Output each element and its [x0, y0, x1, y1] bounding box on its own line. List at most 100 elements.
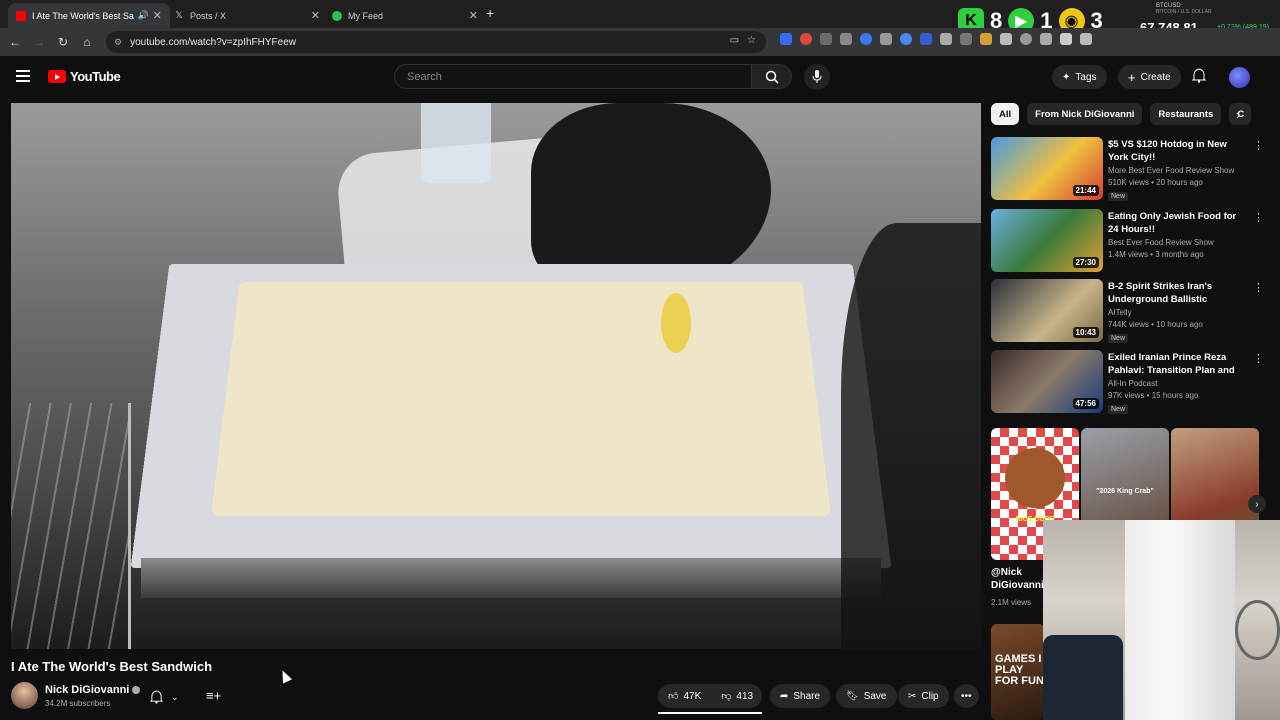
close-icon[interactable]: ✕ — [469, 9, 478, 22]
clip-button[interactable]: ✂ Clip — [898, 684, 949, 708]
extension-icon[interactable] — [780, 33, 792, 45]
recommendation-item[interactable]: 47:56 Exiled Iranian Prince Reza Pahlavi… — [991, 350, 1264, 414]
magic-wand-icon: ✦ — [1062, 71, 1071, 83]
search-input[interactable]: Search — [394, 64, 752, 89]
short-item[interactable]: GAMES I PLAY FOR FUN — [991, 624, 1045, 720]
extension-icon[interactable] — [840, 33, 852, 45]
duration-badge: 21:44 — [1072, 185, 1099, 196]
subscribed-button[interactable]: ⌄ — [150, 685, 179, 709]
create-button[interactable]: + Create — [1118, 65, 1181, 89]
webcam-chair — [1043, 635, 1123, 720]
video-title: I Ate The World's Best Sandwich — [11, 659, 213, 674]
extension-icon[interactable] — [1080, 33, 1092, 45]
video-player[interactable] — [11, 103, 981, 649]
recommendation-channel[interactable]: More Best Ever Food Review Show — [1108, 166, 1234, 175]
more-vertical-icon[interactable]: ⋮ — [1253, 352, 1264, 365]
back-icon[interactable]: ← — [3, 35, 27, 49]
extension-icon[interactable] — [1040, 33, 1052, 45]
menu-icon[interactable] — [16, 70, 30, 82]
video-thumbnail[interactable]: 10:43 — [991, 279, 1103, 342]
tab-label: I Ate The World's Best Sandwich — [32, 10, 134, 21]
more-vertical-icon[interactable]: ⋮ — [1253, 211, 1264, 224]
video-thumbnail[interactable]: 47:56 — [991, 350, 1103, 413]
extension-icon[interactable] — [920, 33, 932, 45]
tags-label: Tags — [1075, 71, 1097, 83]
puzzle-icon[interactable] — [1000, 33, 1012, 45]
chip-channel[interactable]: From Nick DiGiovanni — [1027, 103, 1143, 125]
recommendation-item[interactable]: 21:44 $5 VS $120 Hotdog in New York City… — [991, 137, 1264, 201]
history-icon[interactable] — [1020, 33, 1032, 45]
clip-button-wrap: ✂ Clip — [898, 684, 949, 708]
tags-button[interactable]: ✦ Tags — [1052, 65, 1107, 89]
notifications-button[interactable] — [1191, 68, 1207, 88]
video-frame-tray-rim — [141, 558, 881, 598]
extension-icon[interactable] — [860, 33, 872, 45]
tab-feed[interactable]: My Feed ✕ — [324, 3, 486, 28]
chip-restaurants[interactable]: Restaurants — [1150, 103, 1222, 125]
channel-avatar[interactable] — [11, 682, 38, 709]
chevron-right-icon[interactable]: › — [1236, 107, 1240, 122]
account-avatar[interactable] — [1229, 67, 1250, 88]
video-thumbnail[interactable]: 27:30 — [991, 209, 1103, 272]
bookmark-icon: 🔖︎ — [846, 690, 859, 702]
recommendation-channel[interactable]: AITelly — [1108, 308, 1132, 317]
like-button[interactable]: 👍︎ 47K — [658, 684, 711, 708]
recommendation-title[interactable]: B-2 Spirit Strikes Iran's Underground Ba… — [1108, 280, 1243, 306]
more-actions-button[interactable]: ••• — [954, 684, 979, 708]
recommendation-title[interactable]: Eating Only Jewish Food for 24 Hours!! — [1108, 210, 1243, 236]
more-vertical-icon[interactable]: ⋮ — [1253, 139, 1264, 152]
reload-icon[interactable]: ↻ — [51, 35, 75, 49]
home-icon[interactable]: ⌂ — [75, 35, 99, 49]
voice-search-button[interactable] — [804, 64, 830, 90]
search-button[interactable] — [752, 64, 792, 89]
duration-badge: 27:30 — [1072, 257, 1099, 268]
speaker-icon[interactable]: 🔊 — [138, 10, 149, 21]
extension-icon[interactable] — [820, 33, 832, 45]
youtube-logo[interactable]: YouTube — [48, 69, 121, 84]
add-to-queue-icon[interactable]: ≡+ — [206, 688, 221, 703]
site-info-icon[interactable]: ⚙ — [114, 37, 122, 48]
recommendation-item[interactable]: 27:30 Eating Only Jewish Food for 24 Hou… — [991, 209, 1264, 273]
close-icon[interactable]: ✕ — [311, 9, 320, 22]
video-frame-oil — [661, 293, 691, 353]
recommendation-channel[interactable]: Best Ever Food Review Show — [1108, 238, 1214, 247]
video-thumbnail[interactable]: 21:44 — [991, 137, 1103, 200]
channel-name[interactable]: Nick DiGiovanni — [45, 684, 141, 696]
bookmark-star-icon[interactable]: ☆ — [747, 35, 756, 46]
extension-icon[interactable] — [900, 33, 912, 45]
recommendation-title[interactable]: $5 VS $120 Hotdog in New York City!! — [1108, 138, 1243, 164]
extension-icon[interactable] — [800, 33, 812, 45]
mouse-cursor-icon — [277, 668, 293, 684]
more-vertical-icon[interactable]: ⋮ — [1253, 281, 1264, 294]
devtools-icon[interactable] — [1060, 33, 1072, 45]
tab-x[interactable]: 𝕏 Posts / X ✕ — [166, 3, 328, 28]
share-icon: ➦ — [780, 690, 789, 702]
short-overlay-text: GAMES I PLAY FOR FUN — [995, 653, 1044, 687]
like-dislike-group: 👍︎ 47K 👎︎ 413 — [658, 684, 762, 708]
save-button-wrap: 🔖︎ Save — [836, 684, 897, 708]
extension-icon[interactable] — [960, 33, 972, 45]
new-tab-button[interactable]: + — [486, 5, 494, 21]
webcam-curtain — [1125, 520, 1235, 720]
extension-icon[interactable] — [880, 33, 892, 45]
recommendation-title[interactable]: Exiled Iranian Prince Reza Pahlavi: Tran… — [1108, 351, 1243, 377]
microphone-icon — [812, 70, 822, 83]
short-overlay-text: "2026 King Crab" — [1096, 488, 1154, 495]
save-button[interactable]: 🔖︎ Save — [836, 684, 897, 708]
chip-all[interactable]: All — [991, 103, 1020, 125]
cast-icon[interactable]: ▭ — [730, 35, 739, 46]
address-bar[interactable]: ⚙ youtube.com/watch?v=zpIhFHYFeew ▭ ☆ — [106, 31, 766, 53]
extension-icon[interactable] — [980, 33, 992, 45]
recommendation-item[interactable]: 10:43 B-2 Spirit Strikes Iran's Undergro… — [991, 279, 1264, 343]
share-button[interactable]: ➦ Share — [770, 684, 831, 708]
short-handle[interactable]: @Nick DiGiovanni — [991, 566, 1046, 592]
close-icon[interactable]: ✕ — [153, 9, 162, 22]
chevron-right-icon[interactable]: › — [1248, 495, 1266, 513]
x-favicon-icon: 𝕏 — [175, 10, 183, 20]
dislike-button[interactable]: 👎︎ 413 — [711, 684, 763, 708]
forward-icon[interactable]: → — [27, 35, 51, 49]
tab-youtube[interactable]: I Ate The World's Best Sandwich 🔊 ✕ — [8, 3, 170, 28]
extension-icon[interactable] — [940, 33, 952, 45]
btc-ticker[interactable]: BTCUSD BITCOIN / U.S. DOLLAR 67,748.81 +… — [1140, 3, 1280, 35]
recommendation-channel[interactable]: All-In Podcast — [1108, 379, 1157, 388]
